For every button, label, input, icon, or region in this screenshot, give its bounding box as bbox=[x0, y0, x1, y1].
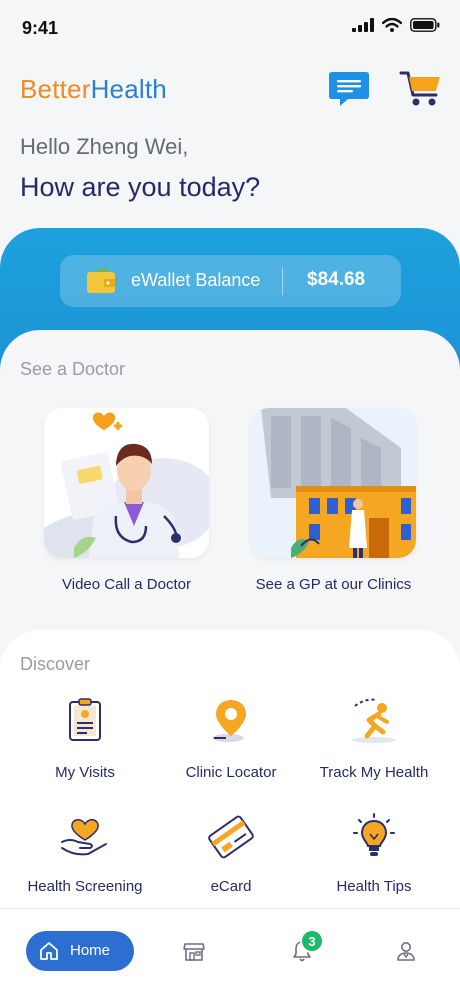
wallet-icon bbox=[87, 268, 115, 293]
discover-label-health-tips: Health Tips bbox=[336, 878, 412, 895]
notification-badge: 3 bbox=[300, 929, 324, 953]
nav-home-button[interactable]: Home bbox=[26, 931, 134, 971]
section-title-discover: Discover bbox=[20, 654, 91, 674]
status-bar: 9:41 bbox=[0, 0, 460, 56]
discover-label-track-my-health: Track My Health bbox=[319, 764, 429, 781]
chat-icon[interactable] bbox=[326, 66, 372, 112]
discover-health-tips[interactable]: Health Tips bbox=[299, 812, 449, 902]
wifi-icon bbox=[382, 18, 402, 32]
lightbulb-icon bbox=[353, 813, 395, 856]
logo-health-text: Health bbox=[90, 74, 167, 104]
wallet-label: eWallet Balance bbox=[131, 270, 261, 290]
runner-icon bbox=[352, 698, 396, 743]
discover-clinic-locator[interactable]: Clinic Locator bbox=[156, 696, 306, 786]
section-title-see-a-doctor: See a Doctor bbox=[20, 359, 126, 379]
nav-home-label: Home bbox=[70, 942, 111, 959]
discover-my-visits[interactable]: My Visits bbox=[10, 696, 160, 786]
gp-clinic-card[interactable] bbox=[251, 408, 416, 558]
heart-hand-icon bbox=[61, 819, 107, 856]
home-icon bbox=[40, 942, 58, 960]
card-icon bbox=[208, 815, 254, 859]
wallet-divider bbox=[282, 267, 283, 295]
greeting-question: How are you today? bbox=[20, 172, 261, 202]
discover-label-health-screening: Health Screening bbox=[27, 878, 143, 895]
wallet-amount: $84.68 bbox=[307, 269, 366, 290]
video-call-doctor-label: Video Call a Doctor bbox=[62, 576, 191, 593]
app-logo: BetterHealth bbox=[20, 74, 167, 105]
status-icons bbox=[352, 18, 440, 32]
battery-icon bbox=[410, 18, 440, 32]
cart-icon[interactable] bbox=[398, 66, 444, 112]
profile-icon[interactable] bbox=[394, 939, 418, 963]
discover-health-screening[interactable]: Health Screening bbox=[10, 812, 160, 902]
discover-label-my-visits: My Visits bbox=[55, 764, 115, 781]
store-icon[interactable] bbox=[182, 939, 206, 963]
discover-track-my-health[interactable]: Track My Health bbox=[299, 696, 449, 786]
bottom-navigation: Home 3 bbox=[0, 908, 460, 996]
clinic-illustration bbox=[251, 408, 416, 558]
status-time: 9:41 bbox=[22, 18, 59, 38]
discover-label-clinic-locator: Clinic Locator bbox=[185, 764, 277, 781]
video-call-doctor-card[interactable] bbox=[44, 408, 209, 558]
clipboard-icon bbox=[69, 698, 101, 741]
discover-label-ecard: eCard bbox=[210, 878, 252, 895]
discover-ecard[interactable]: eCard bbox=[156, 812, 306, 902]
home-screen: 9:41 BetterHealth Hello Zheng Wei, How a… bbox=[0, 0, 460, 996]
logo-better-text: Better bbox=[20, 74, 91, 104]
ewallet-balance-card[interactable]: eWallet Balance $84.68 bbox=[60, 255, 401, 307]
signal-icon bbox=[352, 18, 374, 32]
greeting-text: Hello Zheng Wei, bbox=[20, 134, 189, 159]
gp-clinic-label: See a GP at our Clinics bbox=[255, 576, 412, 593]
doctor-illustration bbox=[44, 408, 209, 558]
location-pin-icon bbox=[212, 700, 246, 742]
